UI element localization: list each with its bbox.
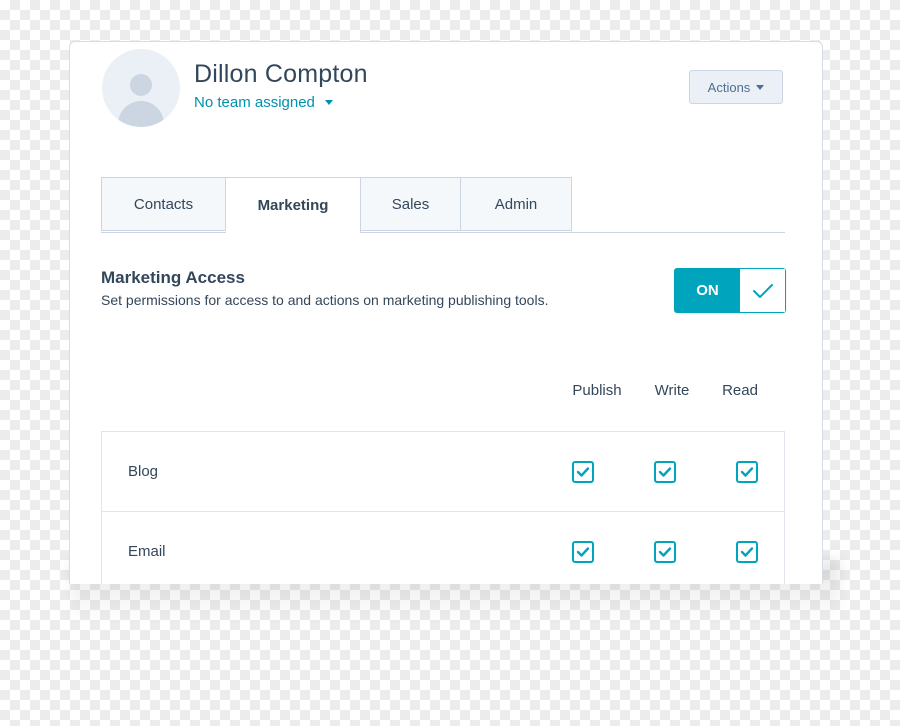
avatar-head-icon — [130, 74, 152, 96]
chevron-down-icon — [324, 100, 333, 105]
tab-contacts[interactable]: Contacts — [101, 177, 226, 231]
tab-label: Contacts — [133, 195, 194, 213]
section-description: Set permissions for access to and action… — [101, 292, 549, 308]
column-publish: Publish — [572, 382, 622, 399]
blog-write-checkbox[interactable] — [654, 461, 676, 483]
blog-publish-checkbox[interactable] — [572, 461, 594, 483]
actions-label: Actions — [707, 79, 751, 95]
permission-tabs: Contacts Marketing Sales Admin — [101, 177, 785, 233]
chevron-down-icon — [756, 84, 765, 90]
marketing-access-toggle[interactable]: ON — [674, 268, 786, 313]
tab-admin[interactable]: Admin — [461, 177, 572, 231]
email-write-checkbox[interactable] — [654, 541, 676, 563]
avatar-body-icon — [118, 101, 164, 127]
team-dropdown[interactable]: No team assigned — [194, 94, 333, 111]
check-icon — [752, 283, 773, 298]
table-row-email: Email — [102, 512, 784, 584]
section-title: Marketing Access — [101, 268, 245, 287]
tab-sales[interactable]: Sales — [361, 177, 461, 231]
email-read-checkbox[interactable] — [736, 541, 758, 563]
permissions-table: Blog Email — [101, 431, 785, 584]
tab-marketing[interactable]: Marketing — [226, 177, 361, 233]
tab-label: Sales — [391, 195, 430, 213]
tab-label: Admin — [494, 195, 538, 213]
toggle-check-area — [740, 269, 785, 312]
blog-read-checkbox[interactable] — [736, 461, 758, 483]
user-permissions-card: Dillon Compton No team assigned Actions … — [69, 41, 823, 584]
table-row-blog: Blog — [102, 432, 784, 512]
avatar — [102, 49, 180, 127]
column-read: Read — [722, 382, 758, 399]
row-label: Email — [128, 543, 166, 560]
email-publish-checkbox[interactable] — [572, 541, 594, 563]
team-label: No team assigned — [194, 94, 315, 111]
user-name: Dillon Compton — [194, 60, 368, 88]
toggle-on-label: ON — [675, 269, 740, 312]
tab-label: Marketing — [257, 197, 329, 214]
row-label: Blog — [128, 463, 159, 480]
actions-button[interactable]: Actions — [689, 70, 783, 104]
